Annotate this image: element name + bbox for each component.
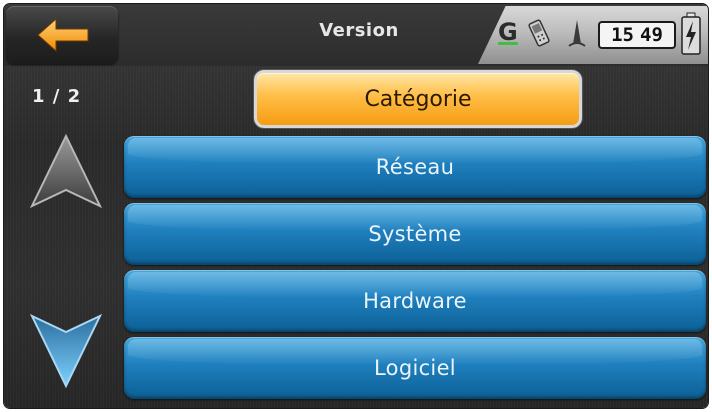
signal-icon bbox=[568, 20, 586, 47]
clock-minutes: 49 bbox=[640, 24, 663, 46]
back-button[interactable] bbox=[6, 6, 118, 64]
scroll-down-arrow-icon[interactable] bbox=[28, 310, 104, 390]
gps-icon: G bbox=[498, 18, 518, 46]
menu-item-reseau[interactable]: Réseau bbox=[124, 136, 706, 198]
device-screen: Version G 15 49 1 / 2 Catégorie Réseau S… bbox=[4, 4, 708, 408]
clock-hours: 15 bbox=[611, 24, 634, 46]
menu-item-label: Réseau bbox=[375, 155, 455, 179]
scroll-up-arrow-icon[interactable] bbox=[28, 132, 104, 212]
page-title: Version bbox=[319, 20, 399, 41]
phone-icon bbox=[528, 19, 550, 47]
clock-display: 15 49 bbox=[598, 21, 676, 49]
page-indicator: 1 / 2 bbox=[32, 86, 82, 107]
battery-charging-icon bbox=[681, 12, 701, 55]
menu-item-systeme[interactable]: Système bbox=[124, 203, 706, 265]
menu-item-label: Logiciel bbox=[374, 356, 456, 380]
category-button[interactable]: Catégorie bbox=[254, 70, 582, 128]
menu-item-hardware[interactable]: Hardware bbox=[124, 270, 706, 332]
menu-item-label: Système bbox=[368, 222, 462, 246]
arrow-left-icon bbox=[37, 17, 89, 53]
menu-item-label: Hardware bbox=[363, 289, 467, 313]
menu-item-logiciel[interactable]: Logiciel bbox=[124, 337, 706, 399]
